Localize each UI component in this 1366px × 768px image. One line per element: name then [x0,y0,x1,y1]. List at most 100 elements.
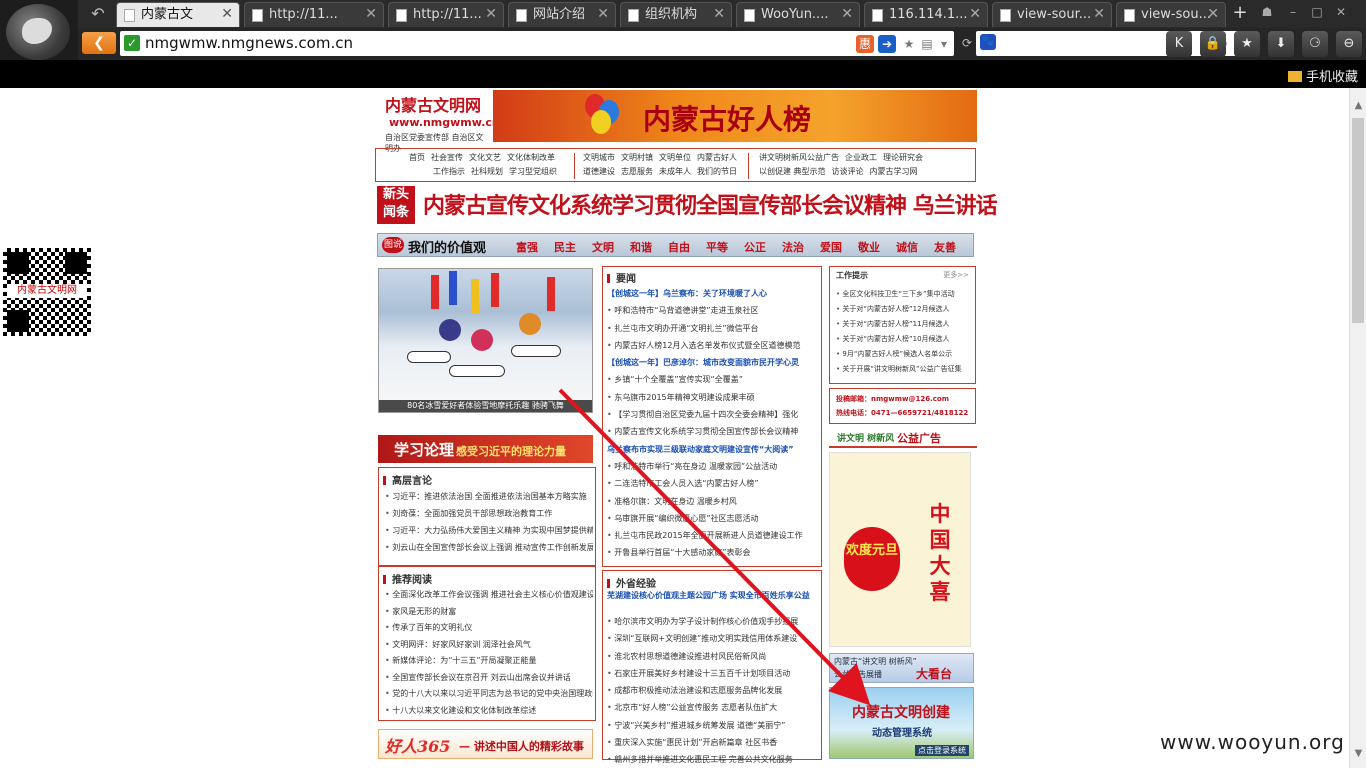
new-tab-button[interactable]: + [1228,2,1252,26]
baidu-search-icon[interactable]: 🐾 [980,34,996,50]
nav-link[interactable]: 内蒙古学习网 [870,167,918,176]
download-button[interactable]: ⬇ [1268,31,1294,57]
list-item[interactable]: 【创城这一年】乌兰察布：关了环境暖了人心 [607,285,819,302]
tab-1[interactable]: 内蒙古文 ✕ [116,2,240,27]
list-item[interactable]: 扎兰屯市文明办开通“文明扎兰”微信平台 [607,320,819,337]
menu-button[interactable]: ⊖ [1336,31,1362,57]
list-item[interactable]: 准格尔旗：文明在身边 温暖乡村风 [607,493,819,510]
list-item[interactable]: 全国宣传部长会议在京召开 刘云山出席会议并讲话 [385,670,593,687]
bookmark-folder[interactable]: 手机收藏 [1287,66,1358,85]
close-tab-icon[interactable]: ✕ [597,3,609,26]
list-item[interactable]: 宁波“兴美乡村”推进城乡统筹发展 道德“美丽宁” [607,717,819,734]
minimize-button[interactable]: – [1284,4,1302,20]
compat-mode-icon[interactable]: ➔ [878,35,896,53]
list-item[interactable]: 新媒体评论：为“十三五”开局凝聚正能量 [385,653,593,670]
list-item[interactable]: 【学习贯彻自治区党委九届十四次全委会精神】强化 [607,406,819,423]
list-item[interactable]: 党的十八大以来以习近平同志为总书记的党中央治国理政新实践 [385,686,593,703]
email-link[interactable]: nmgwmw@126.com [871,395,949,403]
tab-8[interactable]: view-sour... ✕ [992,2,1112,27]
list-item[interactable]: 关于对“内蒙古好人榜”10月候选人 [836,332,974,347]
dropdown-icon[interactable]: ▾ [935,35,953,53]
list-item[interactable]: 刘云山在全国宣传部长会议上强调 推动宣传工作创新发展 [385,539,593,556]
nav-link[interactable]: 文化文艺 [469,153,501,162]
list-item[interactable]: 淮北农村思想道德建设推进村风民俗新风尚 [607,648,819,665]
nav-link[interactable]: 社科规划 [471,167,503,176]
list-item[interactable]: 文明网评：好家风好家训 润泽社会风气 [385,637,593,654]
study-banner[interactable]: 学习论理 感受习近平的理论力量 [378,435,593,463]
nav-link[interactable]: 未成年人 [659,167,691,176]
favorites-button[interactable]: ★ [1234,31,1260,57]
close-tab-icon[interactable]: ✕ [713,3,725,26]
new-year-poster[interactable]: 欢度元旦 中国大喜 [829,452,971,647]
list-item[interactable]: 内蒙古宣传文化系统学习贯彻全国宣传部长会议精神 [607,423,819,440]
list-item[interactable]: 全区文化科技卫生“三下乡”集中活动 [836,287,974,302]
vertical-scrollbar[interactable]: ▲ ▼ [1349,88,1366,768]
list-item[interactable]: 东乌旗市2015年精神文明建设成果丰硕 [607,389,819,406]
tab-4[interactable]: 网站介绍 ✕ [508,2,616,27]
star-icon[interactable]: ★ [900,35,918,53]
list-item[interactable]: 开鲁县举行首届“十大感动家庭”表彰会 [607,544,819,561]
tab-9[interactable]: view-sou... ✕ [1116,2,1226,27]
nav-link[interactable]: 内蒙古好人 [697,153,737,162]
nav-link[interactable]: 首页 [409,153,425,162]
list-item[interactable]: 习近平：大力弘扬伟大爱国主义精神 为实现中国梦提供精神支柱 [385,522,593,539]
tab-2[interactable]: http://11... ✕ [244,2,384,27]
list-item[interactable]: 石家庄开展美好乡村建设十三五百千计划项目活动 [607,665,819,682]
list-item[interactable]: 呼和浩特市举行“亮在身边 温暖家园”公益活动 [607,458,819,475]
list-item[interactable]: 扎兰屯市民政2015年全面开展新进人员道德建设工作 [607,527,819,544]
qr-code[interactable]: 内蒙古文明网 [3,248,91,336]
nav-link[interactable]: 企业政工 [845,153,877,162]
close-tab-icon[interactable]: ✕ [221,3,233,26]
maximize-button[interactable]: □ [1308,4,1326,20]
civilization-management-system-banner[interactable]: 内蒙古文明创建 动态管理系统 点击登录系统 [829,687,974,759]
list-item[interactable]: 关于对“内蒙古好人榜”12月候选人 [836,302,974,317]
list-item[interactable]: 传承了百年的文明礼仪 [385,620,593,637]
list-item[interactable]: 关于开展“讲文明树新风”公益广告征集 [836,362,974,377]
mgmt-login-link[interactable]: 点击登录系统 [915,745,969,756]
core-values-bar[interactable]: 图说 我们的价值观 富强 民主 文明 和谐 自由 平等 公正 法治 爱国 敬业 诚信 友善 [377,233,974,257]
list-item[interactable]: 刘奇葆：全面加强党员干部思想政治教育工作 [385,505,593,522]
close-window-button[interactable]: ✕ [1332,4,1350,20]
list-item[interactable]: 【创城这一年】巴彦淖尔：城市改变面貌市民开学心灵 [607,354,819,371]
photo-caption[interactable]: 80名冰雪爱好者体验雪地摩托乐趣 驰骋飞舞 [379,400,592,412]
list-item[interactable]: 乌兰察布市实现三级联动家庭文明建设宣传“大阅读” [607,441,819,458]
list-item[interactable]: 内蒙古好人榜12月入选名单发布仪式暨全区道德模范 [607,337,819,354]
nav-link[interactable]: 访谈评论 [832,167,864,176]
tab-6[interactable]: WooYun.... ✕ [736,2,860,27]
list-item[interactable]: 呼和浩特市“马背道德讲堂”走进玉泉社区 [607,302,819,319]
list-item[interactable]: 哈尔滨市文明办为学子设计制作核心价值观手抄报展 [607,613,819,630]
close-tab-icon[interactable]: ✕ [1207,3,1219,26]
list-item[interactable]: 关于对“内蒙古好人榜”11月候选人 [836,317,974,332]
nav-link[interactable]: 文化体制改革 [507,153,555,162]
tab-5[interactable]: 组织机构 ✕ [620,2,732,27]
close-tab-icon[interactable]: ✕ [365,3,377,26]
list-item[interactable]: 乡镇“十个全覆盖”宣传实现“全覆盖” [607,371,819,388]
close-tab-icon[interactable]: ✕ [1093,3,1105,26]
province-lead-link[interactable]: 芜湖建设核心价值观主题公园广场 实现全市百姓乐享公益 [607,591,819,601]
list-item[interactable]: 全面深化改革工作会议强调 推进社会主义核心价值观建设 [385,587,593,604]
nav-link[interactable]: 讲文明树新风公益广告 [759,153,839,162]
nav-link[interactable]: 道德建设 [583,167,615,176]
k-extension-button[interactable]: K [1166,31,1192,57]
list-item[interactable]: 家风是无形的财富 [385,604,593,621]
list-item[interactable]: 赣州多措并举推进文化惠民工程 完善公共文化服务 [607,751,819,768]
translate-icon[interactable]: 惠 [856,35,874,53]
nav-link[interactable]: 文明单位 [659,153,691,162]
scroll-up-icon[interactable]: ▲ [1353,100,1364,111]
close-tab-icon[interactable]: ✕ [969,3,981,26]
nav-link[interactable]: 工作指示 [433,167,465,176]
browser-logo-icon[interactable] [6,4,70,60]
good-people-365-banner[interactable]: 好人365 — 讲述中国人的精彩故事 [378,729,593,759]
nav-link[interactable]: 文明村镇 [621,153,653,162]
tab-history-icon[interactable]: ↶ [82,3,114,25]
ad-showcase-banner[interactable]: 内蒙古“讲文明 树新风” 公益广告展播 大看台 [829,653,974,683]
tab-7[interactable]: 116.114.1... ✕ [864,2,988,27]
nav-link[interactable]: 理论研究会 [883,153,923,162]
back-button[interactable]: ❮ [82,32,116,54]
nav-link[interactable]: 社会宣传 [431,153,463,162]
nav-link[interactable]: 学习型党组织 [509,167,557,176]
list-item[interactable]: 习近平：推进依法治国 全面推进依法治国基本方略实施 [385,488,593,505]
close-tab-icon[interactable]: ✕ [841,3,853,26]
headline-link[interactable]: 内蒙古宣传文化系统学习贯彻全国宣传部长会议精神 乌兰讲话 [423,188,998,220]
address-bar[interactable]: ✓ nmgwmw.nmgnews.com.cn 惠 ➔ ★ ▤ ▾ [120,31,954,56]
